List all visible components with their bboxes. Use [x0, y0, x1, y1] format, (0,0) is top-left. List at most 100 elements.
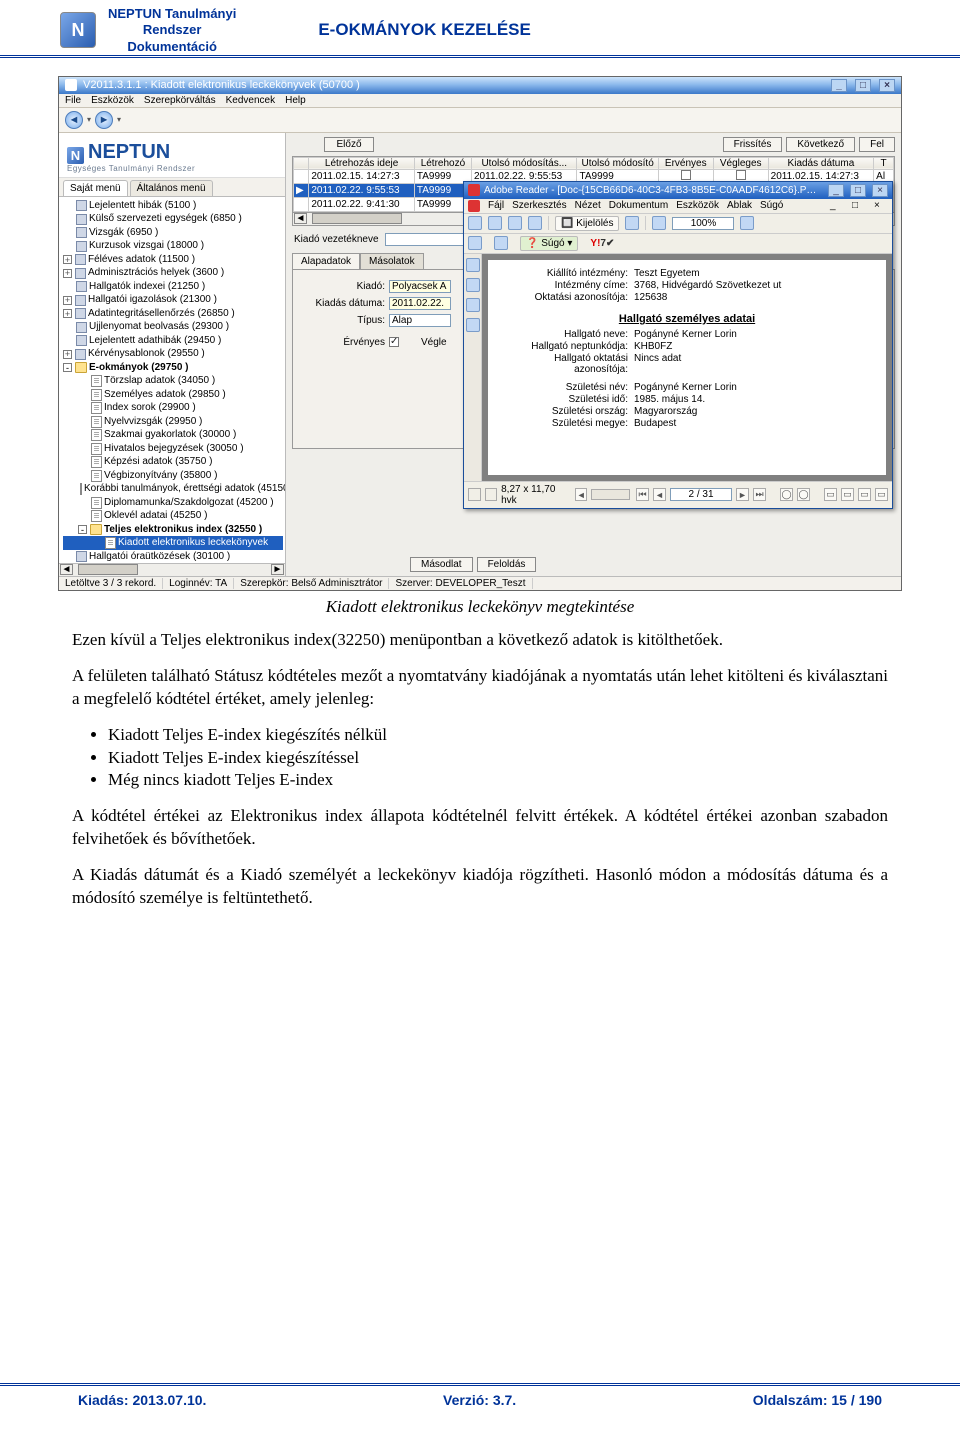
tree-item[interactable]: +Adminisztrációs helyek (3600 ) — [63, 266, 283, 280]
menu-help[interactable]: Help — [285, 95, 306, 106]
tree-item[interactable]: Index sorok (29900 ) — [63, 401, 283, 415]
grid-scroll-thumb[interactable] — [312, 213, 402, 224]
attach-icon[interactable] — [466, 298, 480, 312]
adobe-inner-min[interactable]: _ — [830, 200, 844, 211]
tree-expand-icon[interactable]: + — [63, 255, 72, 264]
menu-tools[interactable]: Eszközök — [91, 95, 134, 106]
tree-item[interactable]: Képzési adatok (35750 ) — [63, 455, 283, 469]
nav-back-button[interactable]: ◄ — [65, 111, 83, 129]
adobe-menu-eszk[interactable]: Eszközök — [676, 200, 719, 212]
tree-item[interactable]: Ujjlenyomat beolvasás (29300 ) — [63, 320, 283, 334]
grid-header[interactable]: T — [874, 157, 894, 169]
masodlat-button[interactable]: Másodlat — [410, 557, 473, 572]
page-next-button[interactable]: ► — [736, 488, 749, 501]
foot-layout3-icon[interactable]: ▭ — [858, 488, 871, 501]
next-button[interactable]: Következő — [786, 137, 855, 152]
foot-icon-1[interactable] — [468, 488, 481, 501]
grid-checkbox[interactable] — [736, 170, 746, 180]
sidebar-tab-altalanos[interactable]: Általános menü — [130, 180, 213, 196]
grid-checkbox[interactable] — [681, 170, 691, 180]
page-last-button[interactable]: ⏭ — [753, 488, 766, 501]
grid-header[interactable]: Érvényes — [658, 157, 713, 169]
layers-icon[interactable] — [466, 278, 480, 292]
page-prev-button[interactable]: ◄ — [653, 488, 666, 501]
foot-layout4-icon[interactable]: ▭ — [875, 488, 888, 501]
adobe-inner-max[interactable]: □ — [852, 200, 866, 211]
foot-scroll-left[interactable]: ◄ — [575, 488, 588, 501]
adobe-close-button[interactable]: × — [872, 184, 888, 197]
kiado-input[interactable]: Polyacsek A — [389, 280, 451, 293]
menu-role[interactable]: Szerepkörváltás — [144, 95, 216, 106]
maximize-button[interactable]: □ — [855, 79, 871, 92]
foot-layout1-icon[interactable]: ▭ — [824, 488, 837, 501]
grid-header[interactable]: Végleges — [713, 157, 768, 169]
adobe-menu-dok[interactable]: Dokumentum — [609, 200, 668, 212]
foot-layout2-icon[interactable]: ▭ — [841, 488, 854, 501]
grid-scroll-left-icon[interactable]: ◄ — [294, 213, 307, 224]
adobe-menu-ablak[interactable]: Ablak — [727, 200, 752, 212]
adobe-menu-sugo[interactable]: Súgó — [760, 200, 783, 212]
sidebar-tab-sajat[interactable]: Saját menü — [63, 180, 128, 196]
tree-item[interactable]: +Féléves adatok (11500 ) — [63, 253, 283, 267]
tree-expand-icon[interactable]: - — [63, 363, 72, 372]
tool-icon[interactable] — [494, 236, 508, 250]
menu-favs[interactable]: Kedvencek — [226, 95, 275, 106]
tree-item[interactable]: Lejelentett adathibák (29450 ) — [63, 334, 283, 348]
tree-item[interactable]: Kiadott elektronikus leckekönyvek — [63, 536, 283, 550]
tree-item[interactable]: Lejelentett hibák (5100 ) — [63, 199, 283, 213]
sugo-button[interactable]: ❓ Súgó ▾ — [520, 236, 578, 251]
page-icon[interactable] — [468, 236, 482, 250]
adobe-menu-szerk[interactable]: Szerkesztés — [512, 200, 566, 212]
adobe-min-button[interactable]: _ — [828, 184, 844, 197]
ervenyes-checkbox[interactable] — [389, 337, 399, 347]
search-icon[interactable] — [528, 216, 542, 230]
grid-header[interactable]: Utolsó módosító — [577, 157, 658, 169]
refresh-button[interactable]: Frissítés — [723, 137, 783, 152]
adobe-max-button[interactable]: □ — [850, 184, 866, 197]
adobe-viewport[interactable]: Kiállító intézmény:Teszt Egyetem Intézmé… — [482, 254, 892, 481]
tree-expand-icon[interactable]: + — [63, 350, 72, 359]
foot-view2-icon[interactable]: ◯ — [797, 488, 810, 501]
feloldas-button[interactable]: Feloldás — [477, 557, 537, 572]
tree-item[interactable]: Külső szervezeti egységek (6850 ) — [63, 212, 283, 226]
zoomout-icon[interactable] — [740, 216, 754, 230]
up-button[interactable]: Fel — [859, 137, 895, 152]
scroll-thumb[interactable] — [78, 564, 138, 575]
snapshot-icon[interactable] — [625, 216, 639, 230]
tree-item[interactable]: Kurzusok vizsgai (18000 ) — [63, 239, 283, 253]
tree-item[interactable]: Vizsgák (6950 ) — [63, 226, 283, 240]
tree-item[interactable]: Hivatalos bejegyzések (30050 ) — [63, 442, 283, 456]
zoom-input[interactable]: 100% — [672, 217, 734, 230]
page-indicator[interactable]: 2 / 31 — [670, 488, 732, 501]
save-icon[interactable] — [468, 216, 482, 230]
tree-item[interactable]: +Hallgatói igazolások (21300 ) — [63, 293, 283, 307]
grid-header[interactable] — [294, 157, 309, 169]
tree-expand-icon[interactable]: + — [63, 269, 72, 278]
tree-item[interactable]: Hallgatói óraütközések (30100 ) — [63, 550, 283, 563]
minimize-button[interactable]: _ — [831, 79, 847, 92]
adobe-menu-nezet[interactable]: Nézet — [575, 200, 601, 212]
tree-item[interactable]: +Kérvénysablonok (29550 ) — [63, 347, 283, 361]
tree-item[interactable]: Nyelvvizsgák (29950 ) — [63, 415, 283, 429]
comments-icon[interactable] — [466, 318, 480, 332]
tipus-input[interactable]: Alap — [389, 314, 451, 327]
grid-header[interactable]: Létrehozó — [414, 157, 471, 169]
datum-input[interactable]: 2011.02.22. — [389, 297, 451, 310]
tree-item[interactable]: Hallgatók indexei (21250 ) — [63, 280, 283, 294]
sidebar-scrollbar[interactable]: ◄ ► — [59, 563, 285, 576]
grid-header[interactable]: Kiadás dátuma — [768, 157, 873, 169]
adobe-inner-close[interactable]: × — [874, 200, 888, 211]
tree-expand-icon[interactable]: + — [63, 296, 72, 305]
zoomin-icon[interactable] — [652, 216, 666, 230]
scroll-left-icon[interactable]: ◄ — [60, 564, 73, 575]
grid-header[interactable]: Létrehozás ideje — [309, 157, 414, 169]
tree-item[interactable]: Törzslap adatok (34050 ) — [63, 374, 283, 388]
tree-item[interactable]: Végbizonyítvány (35800 ) — [63, 469, 283, 483]
prev-button[interactable]: Előző — [324, 137, 374, 152]
tab-alapadatok[interactable]: Alapadatok — [292, 253, 360, 269]
tree-expand-icon[interactable]: - — [78, 525, 87, 534]
tree-item[interactable]: Diplomamunka/Szakdolgozat (45200 ) — [63, 496, 283, 510]
menu-file[interactable]: File — [65, 95, 81, 106]
tree-item[interactable]: Korábbi tanulmányok, érettségi adatok (4… — [63, 482, 283, 496]
foot-view1-icon[interactable]: ◯ — [780, 488, 793, 501]
